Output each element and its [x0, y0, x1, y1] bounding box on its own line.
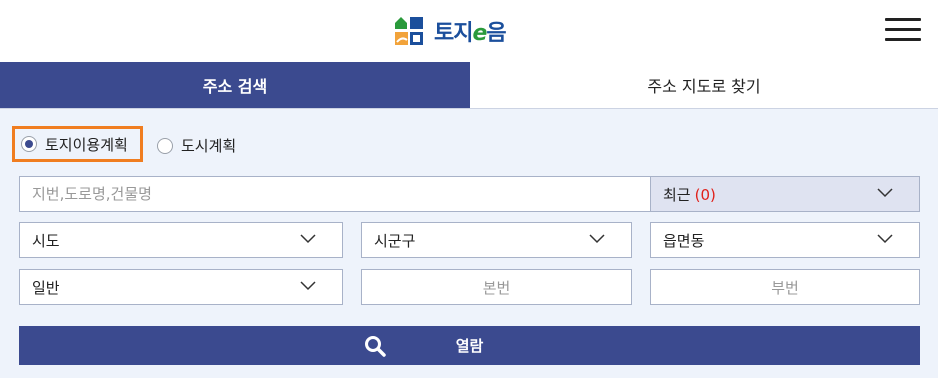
chevron-down-icon — [877, 188, 893, 198]
logo-text: 토지e음 — [434, 21, 507, 46]
radio-checked-icon — [21, 136, 37, 152]
hamburger-menu-icon[interactable] — [885, 18, 921, 42]
view-button[interactable]: 열람 — [19, 326, 920, 365]
tab-map-search[interactable]: 주소 지도로 찾기 — [470, 62, 938, 108]
header: 토지e음 — [0, 0, 938, 62]
recent-dropdown[interactable]: 최근 (0) — [650, 176, 920, 212]
radio-label: 도시계획 — [181, 137, 237, 155]
search-icon — [365, 336, 386, 357]
sub-lot-placeholder: 부번 — [771, 278, 799, 297]
sido-select-label: 시도 — [32, 231, 60, 250]
radio-land-use-plan[interactable]: 토지이용계획 — [12, 126, 143, 162]
chevron-down-icon — [300, 281, 316, 291]
radio-unchecked-icon — [157, 137, 173, 154]
land-type-select[interactable]: 일반 — [19, 269, 343, 305]
tab-address-search[interactable]: 주소 검색 — [0, 62, 470, 108]
sub-lot-number-input[interactable]: 부번 — [650, 269, 920, 305]
recent-label: 최근 (0) — [663, 185, 716, 204]
chevron-down-icon — [589, 234, 605, 244]
address-search-input[interactable] — [20, 177, 650, 211]
land-type-select-label: 일반 — [32, 278, 60, 297]
eupmyeondong-select[interactable]: 읍면동 — [650, 222, 920, 258]
logo-mark-icon — [394, 16, 424, 46]
main-lot-placeholder: 본번 — [482, 278, 511, 297]
chevron-down-icon — [300, 234, 316, 244]
recent-count: (0) — [694, 185, 716, 204]
chevron-down-icon — [877, 234, 893, 244]
radio-urban-plan[interactable]: 도시계획 — [157, 135, 236, 156]
site-logo[interactable]: 토지e음 — [394, 15, 507, 47]
eupmyeondong-select-label: 읍면동 — [663, 231, 705, 250]
address-search-field — [19, 176, 651, 212]
main-lot-number-input[interactable]: 본번 — [361, 269, 632, 305]
sigungu-select-label: 시군구 — [374, 231, 416, 250]
sido-select[interactable]: 시도 — [19, 222, 343, 258]
sigungu-select[interactable]: 시군구 — [361, 222, 632, 258]
tab-bar: 주소 검색 주소 지도로 찾기 — [0, 62, 938, 109]
radio-label: 토지이용계획 — [45, 135, 128, 154]
view-button-label: 열람 — [455, 337, 484, 355]
